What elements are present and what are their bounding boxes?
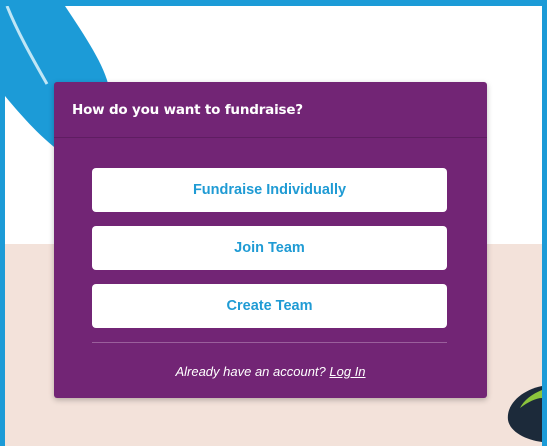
divider	[92, 342, 447, 343]
fundraise-modal: How do you want to fundraise? Fundraise …	[54, 82, 487, 398]
create-team-button[interactable]: Create Team	[92, 284, 447, 328]
join-team-button[interactable]: Join Team	[92, 226, 447, 270]
login-prompt: Already have an account? Log In	[54, 364, 487, 379]
fundraise-individually-button[interactable]: Fundraise Individually	[92, 168, 447, 212]
login-prompt-text: Already have an account?	[175, 364, 330, 379]
login-link[interactable]: Log In	[329, 364, 365, 379]
modal-title: How do you want to fundraise?	[54, 82, 487, 138]
corner-leaf-decoration-icon	[507, 386, 542, 442]
